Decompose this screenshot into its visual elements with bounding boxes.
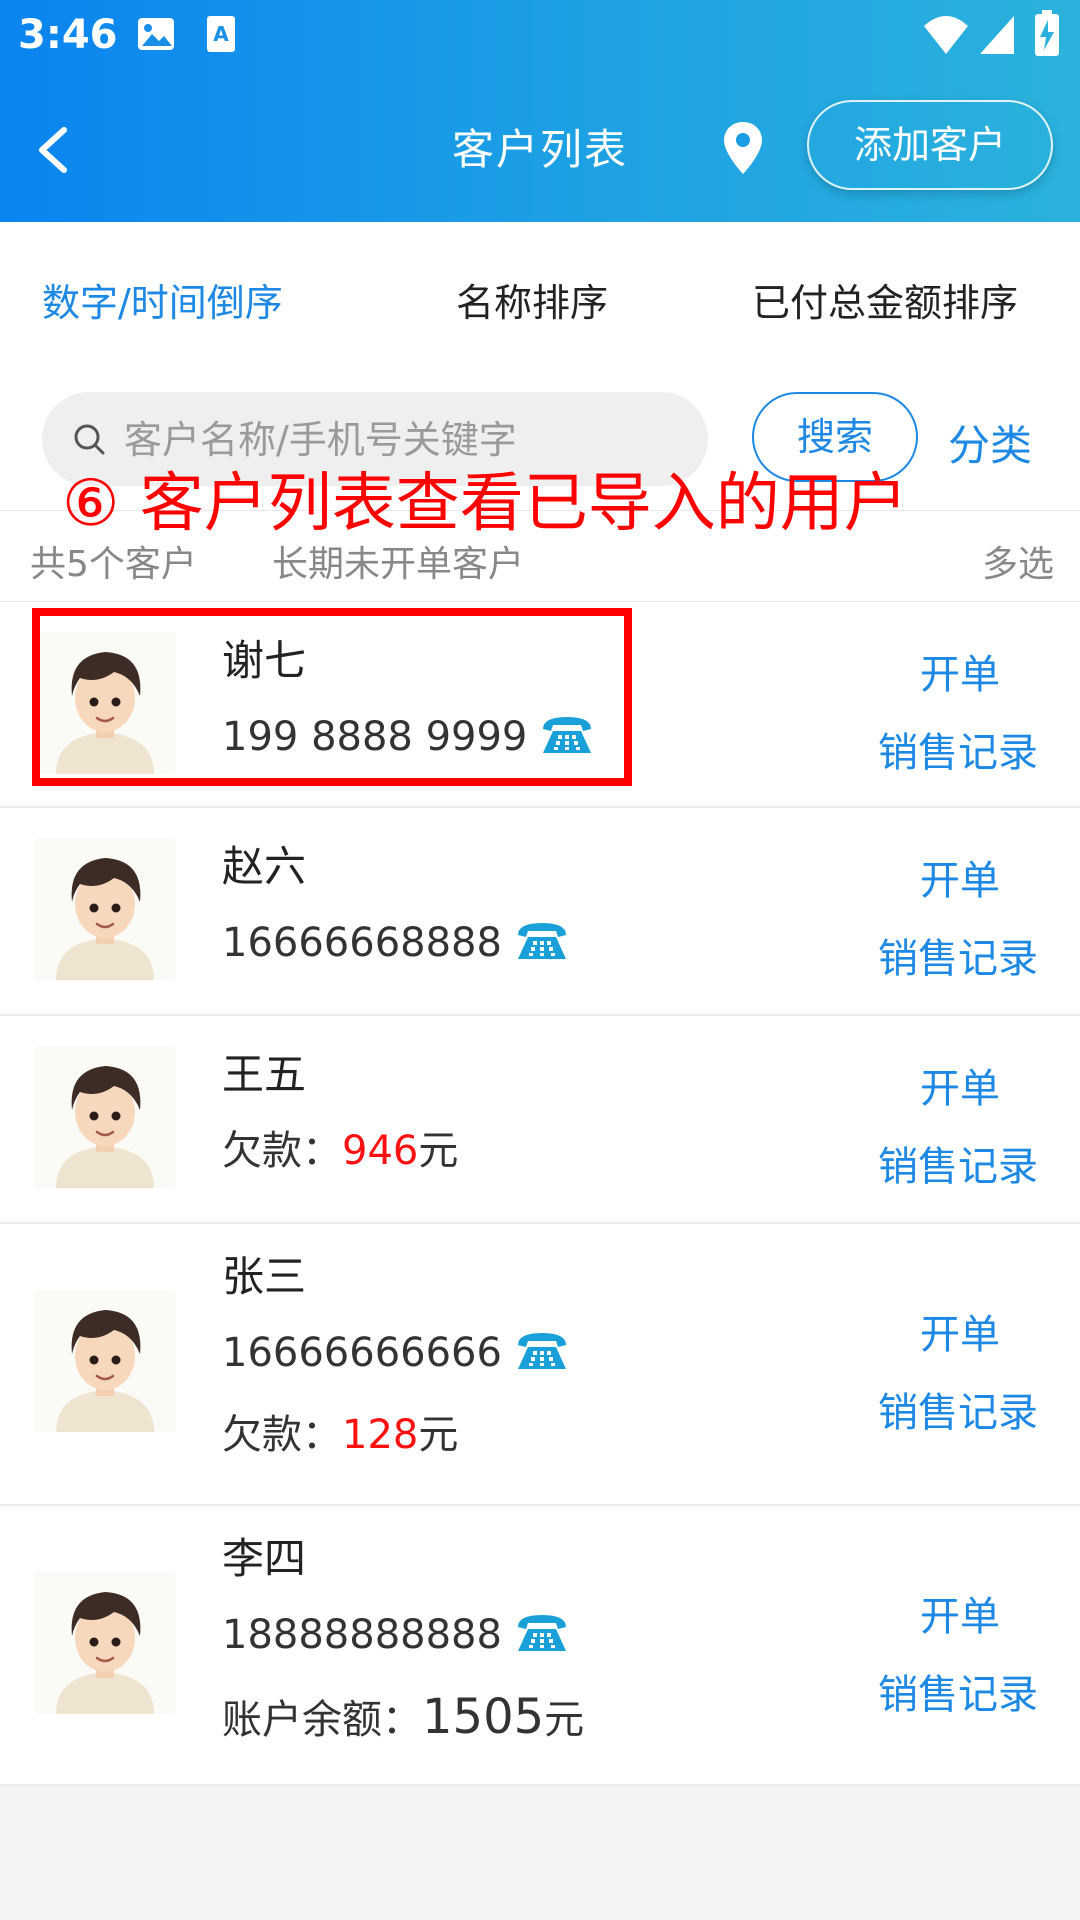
sales-record-button[interactable]: 销售记录	[878, 720, 1038, 778]
debt-amount: 128	[342, 1412, 419, 1458]
add-customer-button[interactable]: 添加客户	[807, 100, 1053, 190]
page-title: 客户列表	[451, 125, 628, 174]
customer-row-lisi[interactable]: 李四 18888888888 账户余额：1505元 开单 销售记录	[0, 1506, 1080, 1786]
debt-unit: 元	[418, 1412, 459, 1458]
customer-phone: 18888888888	[222, 1612, 502, 1658]
gallery-icon	[138, 18, 174, 50]
status-bar: 3:46 A	[0, 0, 1080, 72]
phone-icon[interactable]	[539, 713, 595, 757]
cellular-signal-icon	[980, 16, 1014, 54]
open-order-button[interactable]: 开单	[920, 642, 1000, 700]
debt-label: 欠款：	[222, 1128, 342, 1174]
phone-icon[interactable]	[514, 919, 570, 963]
customer-info: 张三 16666666666 欠款：128元	[222, 1242, 570, 1476]
customer-list: 谢七 199 8888 9999 开单 销售记录 赵六 16666668888 …	[0, 602, 1080, 1786]
customer-info: 王五 欠款：946元	[222, 1040, 458, 1192]
customer-phone: 16666666666	[222, 1330, 502, 1376]
debt-amount: 946	[342, 1128, 419, 1174]
customer-phone-line: 16666668888	[222, 902, 570, 984]
customer-name: 王五	[222, 1050, 307, 1099]
back-arrow-icon[interactable]	[28, 118, 88, 182]
sales-record-button[interactable]: 销售记录	[878, 926, 1038, 984]
nav-bar: 客户列表 添加客户	[0, 100, 1080, 200]
avatar	[34, 632, 176, 774]
annotation-caption: ⑥ 客户列表查看已导入的用户	[62, 467, 908, 541]
multi-select-button[interactable]: 多选	[982, 535, 1054, 587]
customer-info: 谢七 199 8888 9999	[222, 626, 595, 778]
sales-record-button[interactable]: 销售记录	[878, 1134, 1038, 1192]
customer-phone-line: 18888888888	[222, 1594, 584, 1676]
customer-name: 谢七	[222, 636, 307, 685]
customer-phone: 16666668888	[222, 920, 502, 966]
customer-info: 李四 18888888888 账户余额：1505元	[222, 1524, 584, 1758]
sales-record-button[interactable]: 销售记录	[878, 1662, 1038, 1720]
avatar	[34, 1046, 176, 1188]
status-time: 3:46	[18, 12, 118, 58]
customer-row-zhangsan[interactable]: 张三 16666666666 欠款：128元 开单 销售记录	[0, 1224, 1080, 1506]
customer-debt-line: 欠款：946元	[222, 1110, 458, 1192]
customer-name: 李四	[222, 1534, 307, 1583]
avatar	[34, 1290, 176, 1432]
avatar	[34, 838, 176, 980]
sort-tabs: 数字/时间倒序 名称排序 已付总金额排序	[0, 222, 1080, 372]
sort-tab-number-time-desc[interactable]: 数字/时间倒序	[42, 272, 283, 327]
phone-icon[interactable]	[514, 1611, 570, 1655]
open-order-button[interactable]: 开单	[920, 1056, 1000, 1114]
phone-icon[interactable]	[514, 1329, 570, 1373]
customer-phone-line: 16666666666	[222, 1312, 570, 1394]
debt-unit: 元	[418, 1128, 459, 1174]
balance-amount: 1505	[422, 1689, 545, 1745]
balance-label: 账户余额：	[222, 1697, 422, 1743]
customer-name: 张三	[222, 1252, 307, 1301]
sort-tab-name[interactable]: 名称排序	[456, 272, 608, 327]
font-app-icon: A	[207, 16, 235, 52]
customer-info: 赵六 16666668888	[222, 832, 570, 984]
svg-text:A: A	[213, 22, 229, 46]
customer-row-zhaoliu[interactable]: 赵六 16666668888 开单 销售记录	[0, 808, 1080, 1016]
open-order-button[interactable]: 开单	[920, 1302, 1000, 1360]
sales-record-button[interactable]: 销售记录	[878, 1380, 1038, 1438]
app-header: 3:46 A 客户列表 添加客户	[0, 0, 1080, 222]
wifi-icon	[924, 16, 968, 54]
customer-debt-line: 欠款：128元	[222, 1394, 570, 1476]
location-pin-icon[interactable]	[718, 118, 768, 182]
battery-icon	[1035, 10, 1059, 56]
customer-phone: 199 8888 9999	[222, 714, 528, 760]
balance-unit: 元	[544, 1697, 585, 1743]
customer-balance-line: 账户余额：1505元	[222, 1676, 584, 1758]
category-button[interactable]: 分类	[948, 412, 1032, 473]
debt-label: 欠款：	[222, 1412, 342, 1458]
customer-phone-line: 199 8888 9999	[222, 696, 595, 778]
customer-row-wangwu[interactable]: 王五 欠款：946元 开单 销售记录	[0, 1016, 1080, 1224]
customer-name: 赵六	[222, 842, 307, 891]
open-order-button[interactable]: 开单	[920, 848, 1000, 906]
avatar	[34, 1572, 176, 1714]
sort-tab-paid-amount[interactable]: 已付总金额排序	[752, 272, 1018, 327]
open-order-button[interactable]: 开单	[920, 1584, 1000, 1642]
customer-row-xieqi[interactable]: 谢七 199 8888 9999 开单 销售记录	[0, 602, 1080, 808]
